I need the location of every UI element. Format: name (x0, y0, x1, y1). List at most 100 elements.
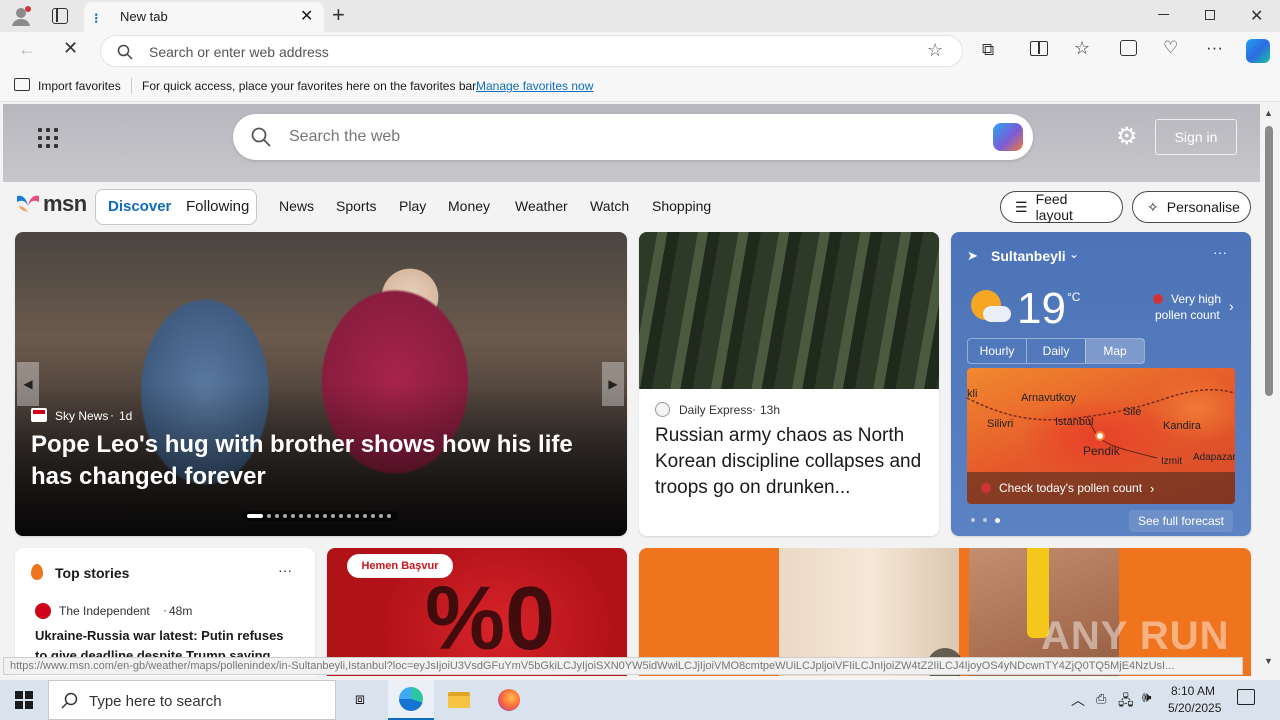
more-menu-icon[interactable]: ··· (1206, 38, 1223, 58)
import-favorites-icon (14, 78, 30, 91)
network-icon[interactable]: 🖧 (1118, 690, 1134, 714)
minimize-icon[interactable] (1158, 14, 1169, 15)
settings-gear-icon[interactable]: ⚙ (1116, 122, 1138, 151)
hero-story-card[interactable]: ◀ ▶ Sky News · 1d Pope Leo's hug with br… (15, 232, 627, 536)
nav-news[interactable]: News (279, 198, 314, 214)
loading-icon: ⁝ (94, 10, 99, 26)
flame-icon (31, 564, 43, 580)
taskbar: Type here to search ⧈ ︿ ⎙ 🖧 🕪 8:10 AM 5/… (0, 680, 1280, 720)
top-stories-source: The Independent (59, 604, 150, 618)
scroll-thumb[interactable] (1265, 126, 1273, 396)
watermark-text: ANY RUN (1041, 614, 1230, 658)
sign-in-button[interactable]: Sign in (1155, 119, 1237, 155)
nav-play[interactable]: Play (399, 198, 426, 214)
weather-tab-map[interactable]: Map (1085, 339, 1144, 363)
weather-location[interactable]: Sultanbeyli (991, 248, 1066, 264)
tab-discover[interactable]: Discover (108, 198, 171, 215)
firefox-icon[interactable] (486, 680, 532, 720)
scroll-up-icon[interactable]: ▲ (1264, 108, 1273, 118)
task-view-icon[interactable]: ⧈ (340, 680, 380, 720)
nav-money[interactable]: Money (448, 198, 490, 214)
pollen-map[interactable]: Arnavutkoy Sile Silivri Istanbul Kandira… (967, 368, 1235, 504)
pollen-alert-icon (1153, 294, 1163, 304)
nav-sports[interactable]: Sports (336, 198, 376, 214)
weather-tab-daily[interactable]: Daily (1026, 339, 1085, 363)
story2-dot: · (752, 402, 756, 416)
manage-favorites-link[interactable]: Manage favorites now (476, 79, 593, 93)
map-label-adapazari: Adapazari (1193, 452, 1235, 463)
start-button[interactable] (0, 680, 48, 720)
import-favorites-button[interactable]: Import favorites (38, 79, 121, 93)
pollen-line-2: pollen count (1155, 308, 1220, 322)
nav-shopping[interactable]: Shopping (652, 198, 711, 214)
weather-tab-hourly[interactable]: Hourly (968, 339, 1026, 363)
windows-logo-icon (15, 691, 33, 709)
map-label-kandira: Kandira (1163, 420, 1201, 432)
tab-following[interactable]: Following (186, 198, 249, 215)
top-stories-more-icon[interactable]: ··· (278, 562, 292, 578)
edge-logo-icon (399, 687, 423, 711)
show-hidden-icons-chevron[interactable]: ︿ (1071, 690, 1085, 710)
nav-watch[interactable]: Watch (590, 198, 629, 214)
close-window-icon[interactable]: ✕ (1250, 6, 1263, 26)
map-label-arnavutkoy: Arnavutkoy (1021, 392, 1077, 404)
address-bar[interactable]: Search or enter web address ☆ (100, 35, 963, 67)
feed-layout-button[interactable]: ☰ Feed layout (1000, 191, 1123, 223)
map-label-pendik: Pendik (1083, 444, 1120, 458)
msn-logo-text: msn (43, 191, 87, 216)
page-scrollbar[interactable]: ▲ ▼ (1260, 104, 1280, 676)
taskbar-search-placeholder: Type here to search (89, 693, 222, 710)
extensions-icon[interactable]: ⧉ (982, 40, 994, 60)
location-chevron-icon[interactable]: ⌄ (1069, 247, 1079, 261)
clock-date[interactable]: 5/20/2025 (1168, 701, 1221, 715)
carousel-indicators (241, 511, 399, 521)
close-tab-icon[interactable]: ✕ (300, 6, 313, 26)
hero-headline[interactable]: Pope Leo's hug with brother shows how hi… (31, 429, 611, 493)
tab-actions-icon[interactable] (52, 8, 68, 24)
hero-prev-button[interactable]: ◀ (17, 362, 39, 406)
weather-card[interactable]: ➤ Sultanbeyli ⌄ ··· 19 °C Very high poll… (951, 232, 1251, 536)
taskbar-search-box[interactable]: Type here to search (48, 680, 336, 720)
apps-launcher-icon[interactable] (38, 128, 58, 148)
msn-logo[interactable]: msn (15, 190, 87, 218)
pollen-check-bar[interactable]: Check today's pollen count › (967, 472, 1235, 504)
meet-now-icon[interactable]: ⎙ (1096, 691, 1106, 707)
stop-loading-icon[interactable]: ✕ (63, 38, 78, 59)
story-card-daily-express[interactable]: Daily Express · 13h Russian army chaos a… (639, 232, 939, 536)
toolbar: ← ✕ Search or enter web address ☆ ⧉ ☆ ♡ … (0, 32, 1280, 70)
pollen-check-chevron-icon: › (1150, 480, 1155, 496)
favorites-icon[interactable]: ☆ (1074, 38, 1090, 59)
tab-new-tab[interactable]: ⁝ New tab ✕ (84, 2, 324, 32)
file-explorer-icon[interactable] (436, 680, 482, 720)
pollen-chevron-icon[interactable]: › (1229, 298, 1234, 314)
favorite-star-icon[interactable]: ☆ (927, 40, 943, 61)
hero-next-button[interactable]: ▶ (602, 362, 624, 406)
map-label-sile: Sile (1123, 406, 1142, 418)
favbar-divider (131, 78, 132, 94)
notifications-icon[interactable] (1237, 689, 1255, 705)
volume-icon[interactable]: 🕪 (1142, 689, 1151, 706)
weather-unit: °C (1067, 290, 1081, 304)
nav-weather[interactable]: Weather (515, 198, 568, 214)
see-full-forecast-button[interactable]: See full forecast (1129, 510, 1233, 532)
favorites-bar: Import favorites For quick access, place… (0, 70, 1280, 102)
location-arrow-icon: ➤ (967, 248, 978, 263)
story2-headline[interactable]: Russian army chaos as North Korean disci… (655, 423, 927, 501)
copilot-icon[interactable] (1246, 39, 1270, 63)
weather-more-icon[interactable]: ··· (1213, 244, 1227, 260)
copilot-search-icon[interactable] (993, 123, 1023, 151)
hero-dot-separator: · (110, 408, 114, 422)
web-search-box[interactable]: Search the web (233, 114, 1033, 160)
scroll-down-icon[interactable]: ▼ (1264, 656, 1273, 666)
browser-essentials-icon[interactable]: ♡ (1163, 38, 1178, 58)
new-tab-icon[interactable]: + (332, 2, 345, 28)
edge-taskbar-icon[interactable] (388, 680, 434, 720)
split-screen-icon[interactable] (1030, 41, 1048, 56)
personalise-button[interactable]: ✧ Personalise (1132, 191, 1251, 223)
restore-icon[interactable] (1205, 10, 1215, 20)
clock-time[interactable]: 8:10 AM (1171, 684, 1215, 698)
back-icon[interactable]: ← (18, 39, 36, 60)
independent-logo-icon (35, 603, 51, 619)
collections-icon[interactable] (1120, 40, 1137, 56)
profile-icon[interactable] (10, 5, 32, 27)
